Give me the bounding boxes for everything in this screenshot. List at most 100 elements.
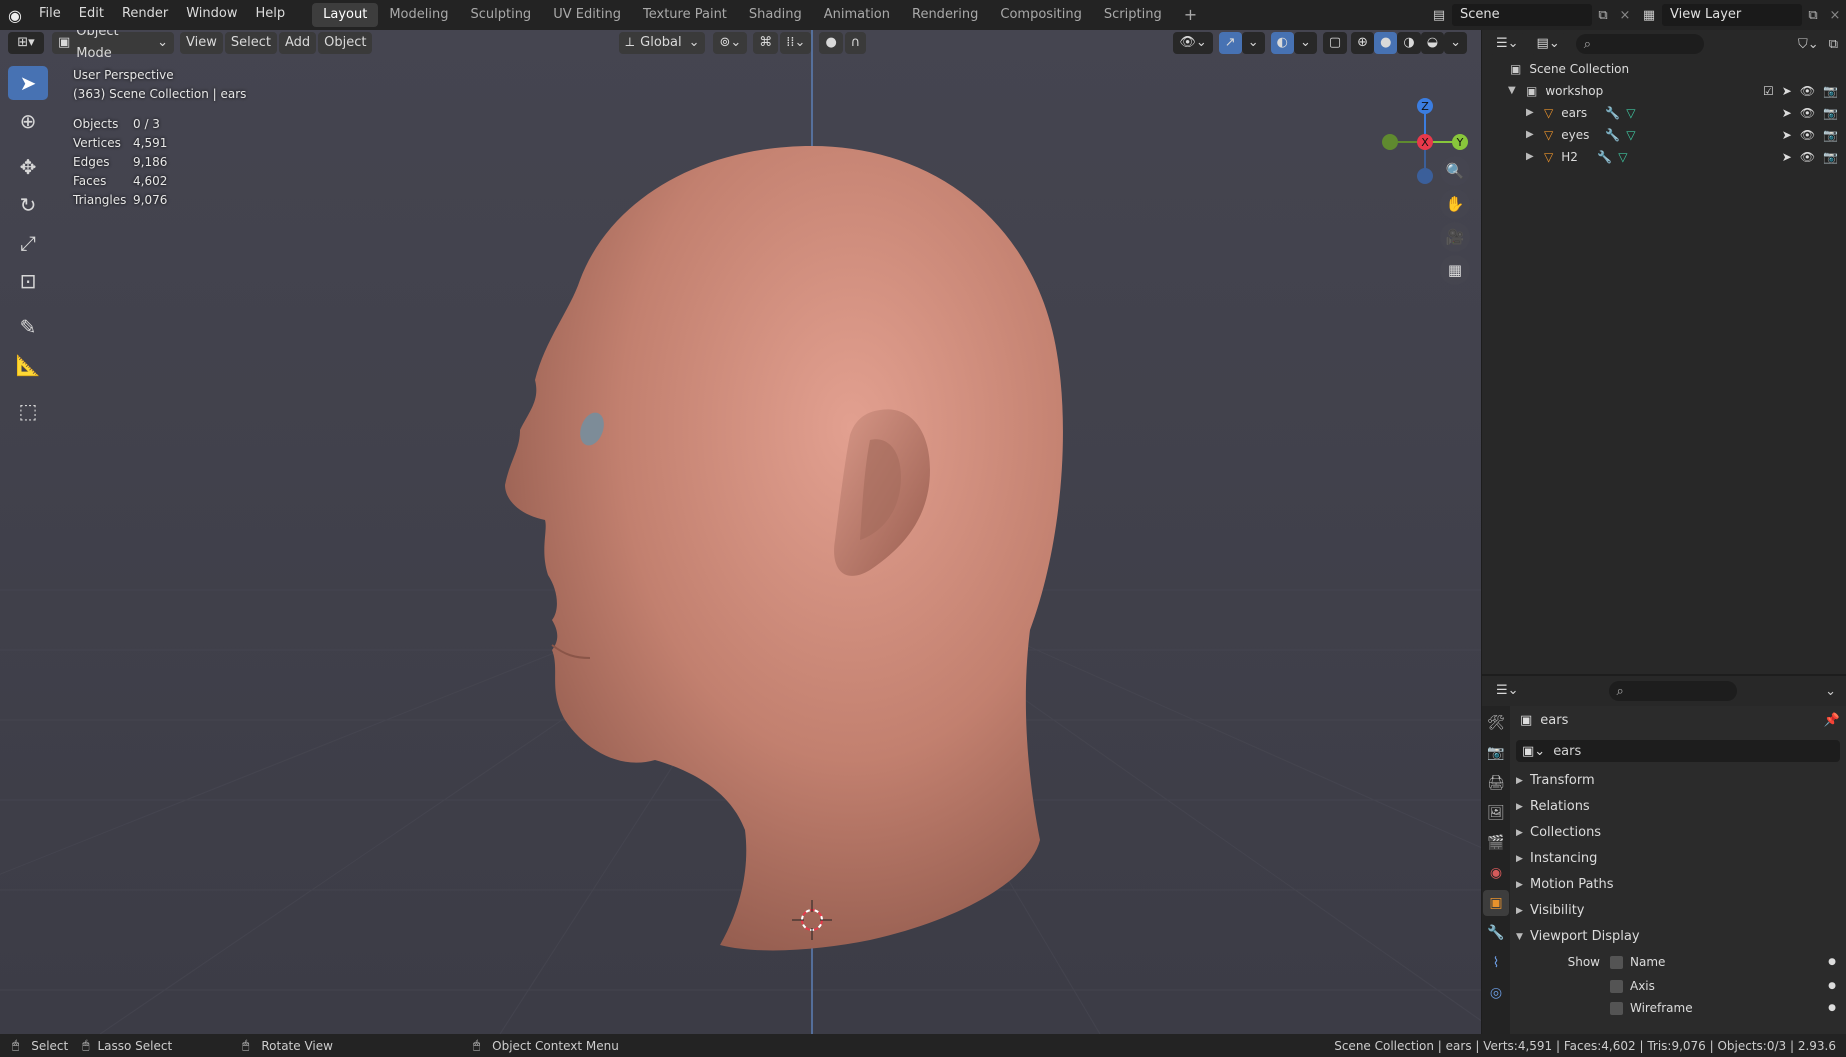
show-axis-checkbox[interactable] [1610,979,1623,993]
delete-scene-icon[interactable]: × [1614,8,1636,23]
display-mode-button[interactable]: ▤⌄ [1530,33,1566,55]
pin-icon[interactable]: 📌 [1824,708,1840,734]
panel-relations[interactable]: ▶ Relations [1516,794,1840,820]
camera-render-icon[interactable]: 📷 [1823,146,1838,168]
mesh-data-icon[interactable]: ▽ [1626,124,1635,146]
new-collection-icon[interactable]: ⧉ [1829,37,1838,52]
tab-scripting[interactable]: Scripting [1093,3,1173,27]
menu-edit[interactable]: Edit [70,0,113,30]
disclosure-triangle-icon[interactable]: ▶ [1526,102,1544,124]
modifier-wrench-icon[interactable]: 🔧 [1597,146,1612,168]
modifier-wrench-icon[interactable]: 🔧 [1605,124,1620,146]
eye-icon[interactable]: 👁 [1800,146,1815,168]
object-mode-dropdown[interactable]: ▣ Object Mode ⌄ [52,30,174,61]
visibility-toggle-button[interactable]: 👁⌄ [1173,32,1213,54]
outliner-row-scene-collection[interactable]: ▣ Scene Collection [1482,58,1846,80]
object-data-selector-icon[interactable]: ▣⌄ [1522,744,1545,759]
mesh-data-icon[interactable]: ▽ [1626,102,1635,124]
tab-animation[interactable]: Animation [813,3,901,27]
xray-toggle-button[interactable]: ▢ [1322,32,1348,54]
gizmo-dropdown[interactable]: ⌄ [1241,32,1265,54]
object-tab-icon[interactable]: ▣ [1483,890,1509,916]
menu-render[interactable]: Render [113,0,177,30]
rendered-shading-button[interactable]: ◒ [1420,32,1445,54]
menu-object[interactable]: Object [318,32,373,54]
view-layer-field[interactable]: View Layer [1662,4,1802,26]
tab-texture-paint[interactable]: Texture Paint [632,3,738,27]
chevron-down-icon[interactable]: ⌄ [1825,684,1836,699]
animate-dot-icon[interactable]: ● [1828,973,1836,999]
solid-shading-button[interactable]: ● [1374,32,1398,54]
pivot-point-button[interactable]: ⊚⌄ [713,32,748,54]
menu-file[interactable]: File [30,0,70,30]
eye-icon[interactable]: 👁 [1800,102,1815,124]
outliner-row-h2[interactable]: ▶ ▽ H2 🔧 ▽ ➤ 👁 📷 [1482,146,1846,168]
tab-sculpting[interactable]: Sculpting [459,3,542,27]
show-wireframe-checkbox[interactable] [1610,1001,1623,1015]
selectable-arrow-icon[interactable]: ➤ [1782,146,1792,168]
panel-visibility[interactable]: ▶ Visibility [1516,898,1840,924]
show-name-checkbox[interactable] [1610,955,1623,969]
output-tab-icon[interactable]: 🖨 [1483,770,1509,796]
tab-layout[interactable]: Layout [312,3,379,27]
snap-target-button[interactable]: ⁞⁞⌄ [780,32,812,54]
add-cube-tool[interactable]: ⬚ [8,394,48,428]
object-name-field[interactable]: ▣⌄ ears [1516,740,1840,762]
tab-uv-editing[interactable]: UV Editing [542,3,632,27]
filter-icon[interactable]: ⛉⌄ [1798,37,1819,52]
editor-type-button[interactable]: ⊞▾ [8,32,44,54]
scene-selector-icon[interactable]: ▤ [1426,8,1452,23]
menu-window[interactable]: Window [177,0,246,30]
camera-render-icon[interactable]: 📷 [1823,124,1838,146]
physics-tab-icon[interactable]: ◎ [1483,980,1509,1006]
properties-search-input[interactable]: ⌕ [1608,681,1737,701]
zoom-icon[interactable]: 🔍 [1440,156,1470,186]
blender-logo-icon[interactable]: ◉ [0,6,30,25]
overlays-toggle-button[interactable]: ◐ [1270,32,1294,54]
world-tab-icon[interactable]: ◉ [1483,860,1509,886]
cursor-tool[interactable]: ⊕ [8,104,48,138]
proportional-edit-button[interactable]: ● [819,32,843,54]
snap-toggle-button[interactable]: ⌘ [753,32,779,54]
outliner-row-workshop[interactable]: ▼ ▣ workshop ☑ ➤ 👁 📷 [1482,80,1846,102]
rotate-tool[interactable]: ↻ [8,188,48,222]
camera-render-icon[interactable]: 📷 [1823,102,1838,124]
menu-select[interactable]: Select [224,32,277,54]
material-shading-button[interactable]: ◑ [1397,32,1421,54]
panel-viewport-display[interactable]: ▼ Viewport Display [1516,924,1840,950]
select-box-tool[interactable]: ➤ [8,66,48,100]
scene-tab-icon[interactable]: 🎬 [1483,830,1509,856]
transform-orientation-dropdown[interactable]: ⟂ Global ⌄ [619,32,706,54]
proportional-falloff-button[interactable]: ∩ [844,32,867,54]
eye-icon[interactable]: 👁 [1800,80,1815,102]
disclosure-triangle-icon[interactable]: ▶ [1526,146,1544,168]
shading-dropdown[interactable]: ⌄ [1444,32,1467,54]
menu-add[interactable]: Add [278,32,317,54]
perspective-grid-icon[interactable]: ▦ [1440,255,1470,285]
view-layer-tab-icon[interactable]: 🖼 [1483,800,1509,826]
animate-dot-icon[interactable]: ● [1828,998,1836,1018]
gizmo-toggle-button[interactable]: ↗ [1218,32,1242,54]
scale-tool[interactable]: ⤢ [8,226,48,260]
camera-view-icon[interactable]: 🎥 [1440,222,1470,252]
delete-view-layer-icon[interactable]: × [1824,8,1846,23]
panel-motion-paths[interactable]: ▶ Motion Paths [1516,872,1840,898]
pan-hand-icon[interactable]: ✋ [1440,189,1470,219]
tab-modeling[interactable]: Modeling [378,3,459,27]
menu-help[interactable]: Help [247,0,295,30]
exclude-checkbox-icon[interactable]: ☑ [1763,80,1774,102]
outliner-row-ears[interactable]: ▶ ▽ ears 🔧 ▽ ➤ 👁 📷 [1482,102,1846,124]
properties-editor-type-button[interactable]: ☰⌄ [1490,680,1525,702]
modifier-wrench-icon[interactable]: 🔧 [1605,102,1620,124]
disclosure-triangle-icon[interactable]: ▶ [1526,124,1544,146]
3d-viewport[interactable]: ⊞▾ ▣ Object Mode ⌄ View Select Add Objec… [0,30,1481,1034]
animate-dot-icon[interactable]: ● [1828,949,1836,975]
camera-render-icon[interactable]: 📷 [1823,80,1838,102]
panel-transform[interactable]: ▶ Transform [1516,768,1840,794]
mesh-data-icon[interactable]: ▽ [1618,146,1627,168]
selectable-arrow-icon[interactable]: ➤ [1782,80,1792,102]
tool-settings-tab-icon[interactable]: 🛠 [1483,710,1509,736]
3d-cursor-icon[interactable] [792,900,832,940]
panel-collections[interactable]: ▶ Collections [1516,820,1840,846]
new-view-layer-icon[interactable]: ⧉ [1802,8,1824,23]
